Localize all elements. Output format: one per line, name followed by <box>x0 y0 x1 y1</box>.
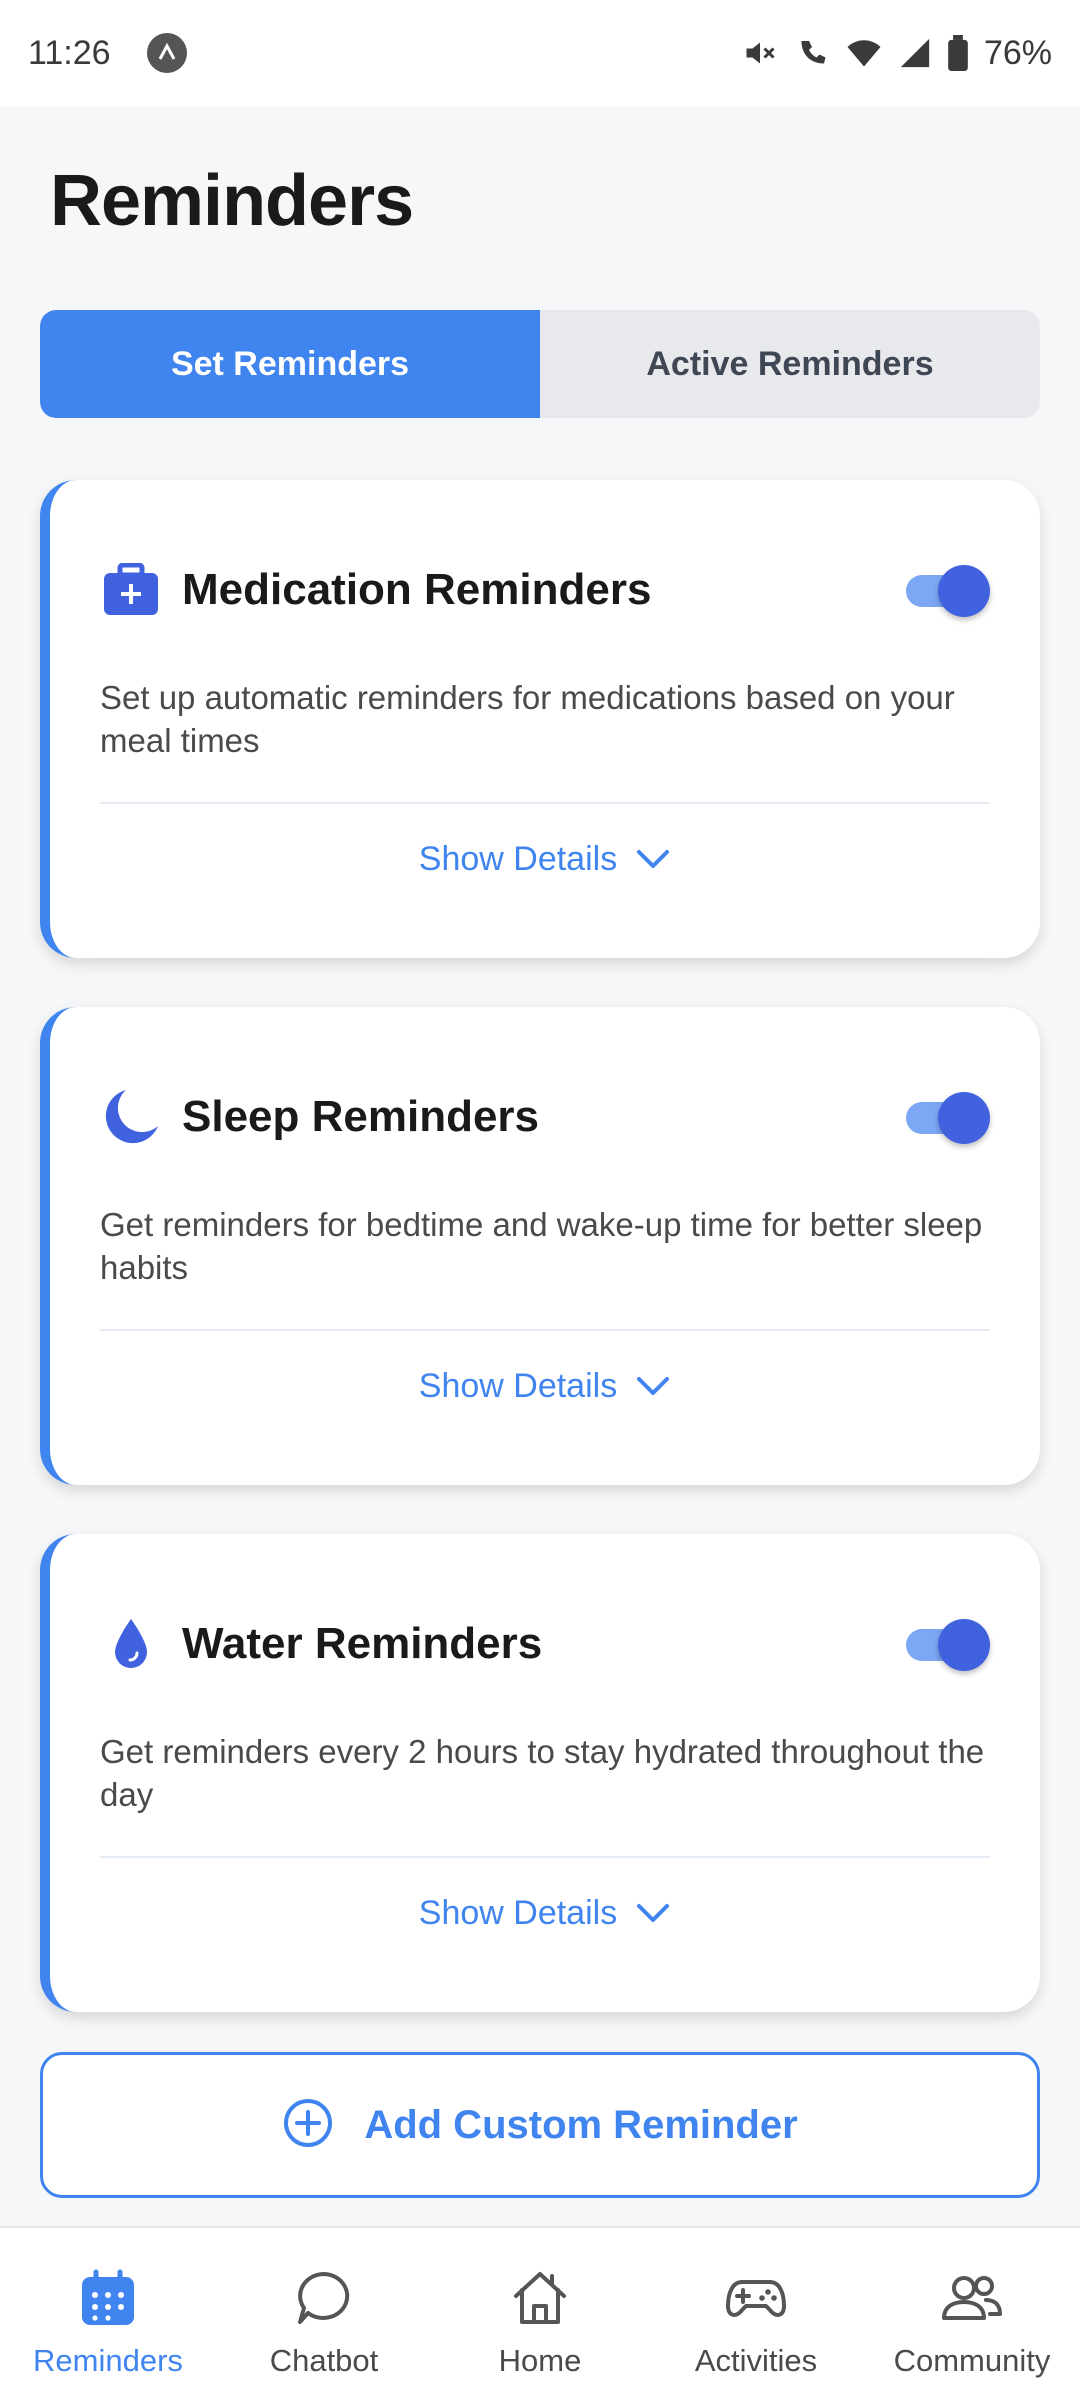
app-badge-icon <box>146 33 187 73</box>
chevron-down-icon <box>635 1367 671 1406</box>
chevron-down-icon <box>635 1894 671 1933</box>
signal-icon <box>898 36 932 70</box>
mute-icon <box>742 35 778 71</box>
nav-item-chatbot[interactable]: Chatbot <box>216 2228 432 2400</box>
tab-set-reminders[interactable]: Set Reminders <box>40 310 540 418</box>
nav-item-community[interactable]: Community <box>864 2228 1080 2400</box>
page-title: Reminders <box>50 161 414 241</box>
bottom-nav: Reminders Chatbot Home Activities Commun… <box>0 2226 1080 2400</box>
card-title: Medication Reminders <box>182 565 652 614</box>
calendar-icon <box>78 2268 138 2333</box>
status-bar: 11:26 76% <box>0 0 1080 106</box>
tab-active-reminders[interactable]: Active Reminders <box>540 310 1040 418</box>
sleep-toggle[interactable] <box>906 1092 990 1144</box>
divider <box>100 802 990 804</box>
nav-label: Chatbot <box>269 2343 379 2378</box>
water-toggle[interactable] <box>906 1619 990 1671</box>
nav-item-home[interactable]: Home <box>432 2228 648 2400</box>
plus-circle-icon <box>282 2097 334 2154</box>
medical-kit-icon <box>100 559 162 621</box>
add-custom-reminder-label: Add Custom Reminder <box>364 2102 798 2147</box>
card-title: Sleep Reminders <box>182 1092 540 1141</box>
show-details-label: Show Details <box>418 1894 618 1932</box>
divider <box>100 1856 990 1858</box>
show-details-button[interactable]: Show Details <box>50 840 1040 879</box>
gamepad-icon <box>724 2268 788 2333</box>
battery-percent: 76% <box>983 33 1052 72</box>
reminder-tabs: Set Reminders Active Reminders <box>40 310 1040 418</box>
nav-label: Activities <box>694 2343 818 2378</box>
show-details-button[interactable]: Show Details <box>50 1367 1040 1406</box>
wifi-icon <box>846 35 882 71</box>
nav-label: Home <box>498 2343 582 2378</box>
water-drop-icon <box>100 1613 162 1675</box>
battery-icon <box>948 35 968 71</box>
medication-reminders-card: Medication Reminders Set up automatic re… <box>40 480 1040 958</box>
chat-icon <box>294 2268 354 2333</box>
people-icon <box>940 2268 1004 2333</box>
show-details-label: Show Details <box>418 1367 618 1405</box>
sleep-reminders-card: Sleep Reminders Get reminders for bedtim… <box>40 1007 1040 1485</box>
home-icon <box>510 2268 570 2333</box>
moon-icon <box>100 1086 162 1148</box>
wifi-call-icon <box>794 35 830 71</box>
card-title: Water Reminders <box>182 1619 543 1668</box>
nav-item-activities[interactable]: Activities <box>648 2228 864 2400</box>
card-description: Get reminders every 2 hours to stay hydr… <box>100 1733 985 1813</box>
divider <box>100 1329 990 1331</box>
status-time: 11:26 <box>28 33 111 72</box>
add-custom-reminder-button[interactable]: Add Custom Reminder <box>40 2052 1040 2198</box>
nav-label: Community <box>893 2343 1051 2378</box>
card-description: Get reminders for bedtime and wake-up ti… <box>100 1206 983 1286</box>
nav-item-reminders[interactable]: Reminders <box>0 2228 216 2400</box>
chevron-down-icon <box>635 840 671 879</box>
card-description: Set up automatic reminders for medicatio… <box>100 679 955 759</box>
show-details-label: Show Details <box>418 840 618 878</box>
medication-toggle[interactable] <box>906 565 990 617</box>
nav-label: Reminders <box>33 2343 183 2378</box>
show-details-button[interactable]: Show Details <box>50 1894 1040 1933</box>
water-reminders-card: Water Reminders Get reminders every 2 ho… <box>40 1534 1040 2012</box>
